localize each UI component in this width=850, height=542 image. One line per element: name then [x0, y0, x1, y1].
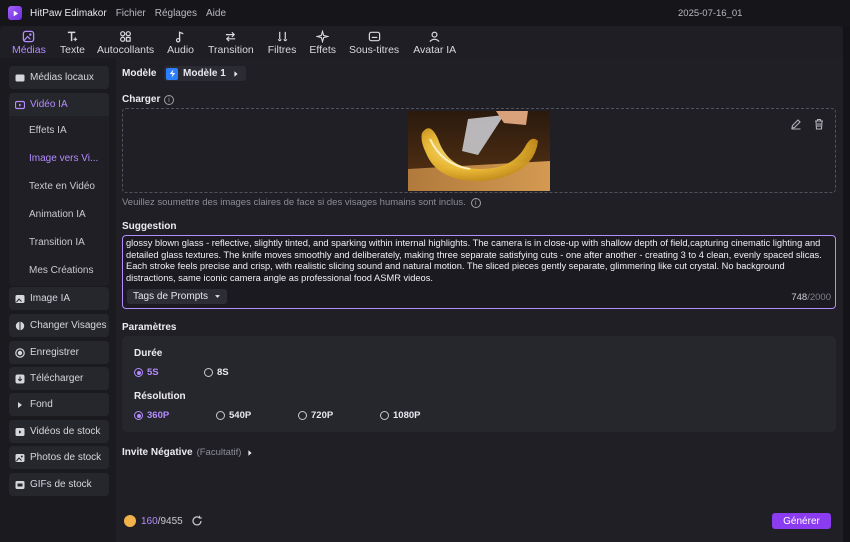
- resolution-label: Résolution: [134, 391, 186, 402]
- sidebar-sub-animation-ia[interactable]: Animation IA: [29, 209, 86, 220]
- lightning-icon: [166, 67, 178, 80]
- ai-image-icon: [15, 294, 25, 303]
- sidebar-item-changer-visages[interactable]: Changer Visages: [9, 314, 109, 337]
- resolution-540p-radio[interactable]: 540P: [216, 410, 251, 421]
- sidebar-sub-image-vers-video[interactable]: Image vers Vi...: [29, 153, 98, 164]
- sidebar-item-enregistrer[interactable]: Enregistrer: [9, 341, 109, 364]
- sidebar-item-medias-locaux[interactable]: Médias locaux: [9, 66, 109, 89]
- refresh-icon[interactable]: [191, 515, 203, 527]
- params-panel: Durée 5S 8S Résolution 360P 540P 720P 10…: [122, 336, 836, 432]
- sidebar-item-video-ia[interactable]: Vidéo IA: [9, 93, 109, 116]
- model-label: Modèle: [122, 68, 157, 79]
- menu-aide[interactable]: Aide: [206, 8, 226, 19]
- tab-audio[interactable]: Audio: [167, 26, 194, 58]
- bottom-bar: 160/9455 Générer: [116, 507, 843, 542]
- menu-reglages[interactable]: Réglages: [155, 8, 197, 19]
- tab-texte[interactable]: Texte: [60, 26, 85, 58]
- hint-info-icon[interactable]: i: [470, 197, 481, 208]
- caret-right-icon: [18, 401, 22, 408]
- effects-icon: [316, 30, 330, 43]
- sidebar-sub-transition-ia[interactable]: Transition IA: [29, 237, 85, 248]
- sidebar-item-image-ia[interactable]: Image IA: [9, 287, 109, 310]
- credits-display: 160/9455: [124, 515, 203, 527]
- sidebar-item-photos-de-stock[interactable]: Photos de stock: [9, 446, 109, 469]
- subtitles-icon: [368, 31, 380, 42]
- stock-video-icon: [15, 427, 25, 436]
- avatar-icon: [429, 31, 440, 43]
- params-label: Paramètres: [122, 322, 177, 333]
- audio-icon: [175, 31, 184, 43]
- edit-icon[interactable]: [790, 118, 802, 130]
- resolution-360p-radio[interactable]: 360P: [134, 410, 169, 421]
- tab-autocollants[interactable]: Autocollants: [97, 26, 154, 58]
- sticker-icon: [120, 31, 131, 42]
- tab-medias[interactable]: Médias: [12, 26, 46, 58]
- duration-label: Durée: [134, 348, 163, 359]
- tab-sous-titres[interactable]: Sous-titres: [349, 26, 399, 58]
- tab-transition[interactable]: Transition: [208, 26, 254, 58]
- generate-button[interactable]: Générer: [772, 513, 831, 529]
- project-title: 2025-07-16_01: [678, 8, 743, 19]
- app-logo-icon: [8, 6, 22, 20]
- face-swap-icon: [15, 321, 25, 330]
- resolution-720p-radio[interactable]: 720P: [298, 410, 333, 421]
- trash-icon[interactable]: [813, 118, 825, 130]
- caret-right-icon: [234, 70, 238, 77]
- chevron-down-icon: [215, 295, 220, 298]
- sidebar-item-videos-de-stock[interactable]: Vidéos de stock: [9, 420, 109, 443]
- gif-icon: [15, 480, 25, 489]
- caret-right-icon: [248, 449, 253, 456]
- duration-8s-radio[interactable]: 8S: [204, 367, 229, 378]
- tab-filtres[interactable]: Filtres: [268, 26, 296, 58]
- info-icon[interactable]: i: [164, 95, 174, 105]
- main-panel: Modèle Modèle 1 Charger i Veuillez soume…: [116, 58, 843, 542]
- tab-effets[interactable]: Effets: [309, 26, 336, 58]
- prompt-textarea[interactable]: glossy blown glass - reflective, slightl…: [122, 235, 836, 309]
- sidebar-subgroup: [9, 116, 109, 286]
- suggestion-label: Suggestion: [122, 221, 177, 232]
- upload-hint: Veuillez soumettre des images claires de…: [122, 197, 481, 208]
- prompt-text[interactable]: glossy blown glass - reflective, slightl…: [126, 238, 832, 284]
- negative-prompt-toggle[interactable]: Invite Négative (Facultatif): [122, 447, 254, 458]
- sidebar-item-fond[interactable]: Fond: [9, 393, 109, 416]
- coin-icon: [124, 515, 136, 527]
- title-bar: HitPaw Edimakor Fichier Réglages Aide 20…: [0, 0, 850, 26]
- prompt-footer: Tags de Prompts 748/2000: [123, 286, 835, 308]
- download-icon: [15, 374, 25, 383]
- media-icon: [23, 30, 35, 43]
- tab-avatar-ia[interactable]: Avatar IA: [413, 26, 456, 58]
- transition-icon: [226, 31, 236, 42]
- app-name: HitPaw Edimakor: [30, 7, 107, 19]
- window-edge: [843, 26, 850, 542]
- sidebar-item-gifs-de-stock[interactable]: GIFs de stock: [9, 473, 109, 496]
- menu-fichier[interactable]: Fichier: [116, 8, 146, 19]
- folder-icon: [15, 74, 25, 81]
- resolution-1080p-radio[interactable]: 1080P: [380, 410, 420, 421]
- upload-zone[interactable]: [122, 108, 836, 193]
- text-icon: [67, 31, 78, 42]
- model-select[interactable]: Modèle 1: [164, 66, 246, 81]
- sidebar-item-telecharger[interactable]: Télécharger: [9, 367, 109, 390]
- prompt-tags-button[interactable]: Tags de Prompts: [127, 289, 228, 304]
- sidebar: Médias locaux Vidéo IA Effets IA Image v…: [0, 58, 116, 542]
- duration-5s-radio[interactable]: 5S: [134, 367, 159, 378]
- record-icon: [15, 347, 25, 358]
- char-counter: 748/2000: [791, 292, 831, 303]
- sidebar-sub-effets-ia[interactable]: Effets IA: [29, 125, 67, 136]
- ai-video-icon: [15, 100, 25, 109]
- sidebar-sub-mes-creations[interactable]: Mes Créations: [29, 265, 93, 276]
- filter-icon: [277, 31, 287, 42]
- stock-photo-icon: [15, 453, 25, 462]
- upload-label: Charger: [122, 94, 161, 105]
- uploaded-image-thumbnail: [408, 111, 550, 191]
- sidebar-sub-texte-en-video[interactable]: Texte en Vidéo: [29, 181, 95, 192]
- main-toolbar: Médias Texte Autocollants Audio Transiti…: [0, 26, 843, 58]
